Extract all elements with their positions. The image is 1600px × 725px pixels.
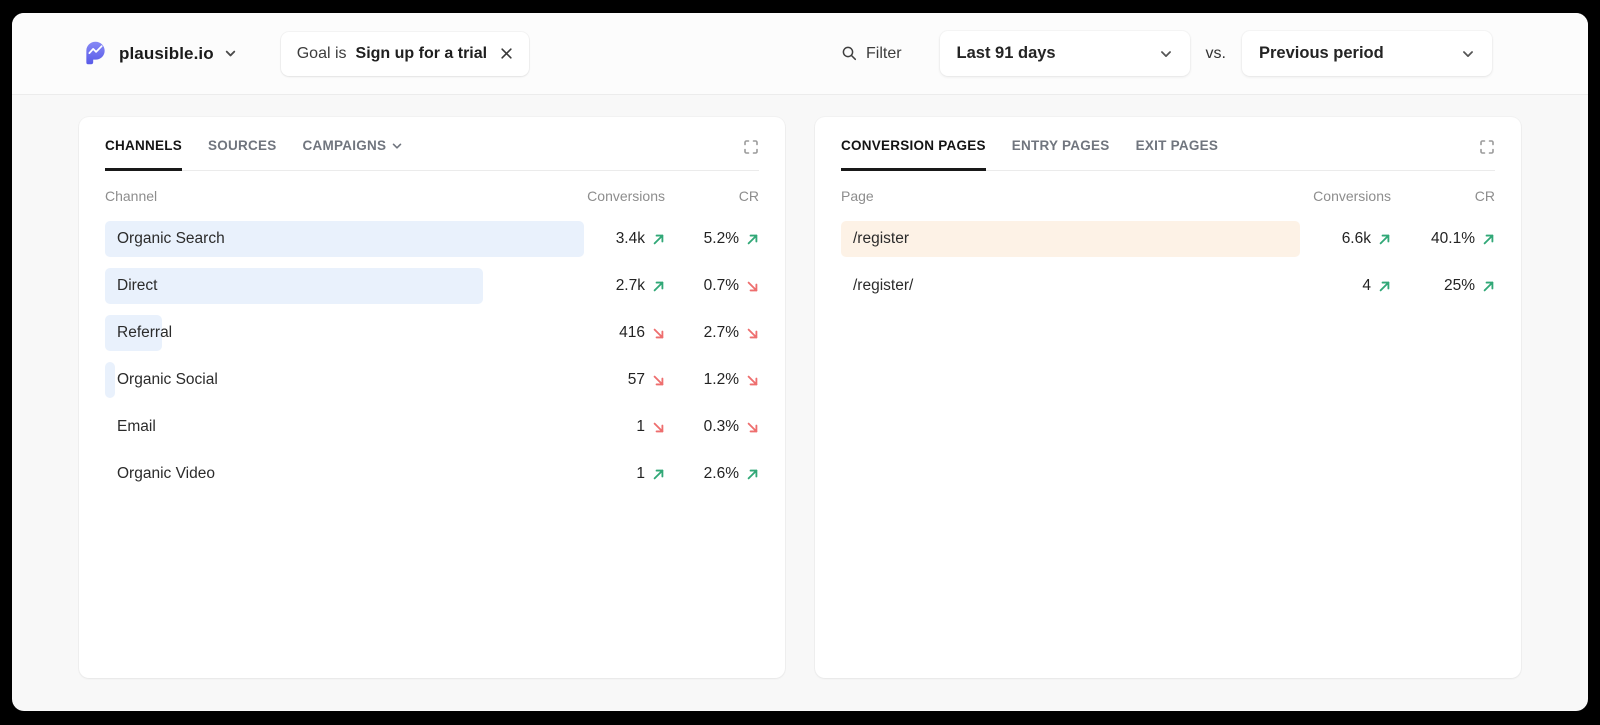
cr-value: 0.3% xyxy=(704,418,739,436)
cr-value: 5.2% xyxy=(704,230,739,248)
tab-sources[interactable]: SOURCES xyxy=(208,138,277,171)
plausible-logo-icon xyxy=(82,40,109,67)
tab-campaigns[interactable]: CAMPAIGNS xyxy=(303,138,404,171)
trend-arrow-icon xyxy=(652,421,665,434)
expand-icon[interactable] xyxy=(743,138,759,160)
expand-icon[interactable] xyxy=(1479,138,1495,160)
tab-exit-pages[interactable]: EXIT PAGES xyxy=(1136,138,1219,171)
trend-arrow-icon xyxy=(652,233,665,246)
goal-filter-chip[interactable]: Goal is Sign up for a trial xyxy=(281,32,529,76)
column-cr: CR xyxy=(1391,188,1495,204)
trend-arrow-icon xyxy=(746,327,759,340)
trend-arrow-icon xyxy=(652,374,665,387)
table-row[interactable]: Organic Social 57 1.2% xyxy=(105,362,759,398)
trend-arrow-icon xyxy=(746,421,759,434)
row-label: Organic Video xyxy=(105,465,565,483)
trend-arrow-icon xyxy=(1482,233,1495,246)
search-icon xyxy=(841,45,858,62)
table-row[interactable]: Direct 2.7k 0.7% xyxy=(105,268,759,304)
site-switcher[interactable]: plausible.io xyxy=(82,40,237,67)
trend-arrow-icon xyxy=(652,468,665,481)
cr-value: 25% xyxy=(1444,277,1475,295)
chevron-down-icon xyxy=(1461,47,1475,61)
date-range-value: Last 91 days xyxy=(957,44,1056,63)
channels-card: CHANNELS SOURCES CAMPAIGNS Channel Conve… xyxy=(79,117,785,678)
channels-column-headers: Channel Conversions CR xyxy=(105,188,759,204)
table-row[interactable]: Referral 416 2.7% xyxy=(105,315,759,351)
conversions-value: 416 xyxy=(619,324,645,342)
cr-value: 2.6% xyxy=(704,465,739,483)
trend-arrow-icon xyxy=(746,468,759,481)
pages-tabs: CONVERSION PAGES ENTRY PAGES EXIT PAGES xyxy=(841,138,1495,171)
tab-channels[interactable]: CHANNELS xyxy=(105,138,182,171)
table-row[interactable]: Email 1 0.3% xyxy=(105,409,759,445)
trend-arrow-icon xyxy=(1378,280,1391,293)
trend-arrow-icon xyxy=(652,280,665,293)
cr-value: 40.1% xyxy=(1431,230,1475,248)
chevron-down-icon xyxy=(224,47,237,60)
filter-label: Filter xyxy=(866,45,902,63)
column-cr: CR xyxy=(665,188,759,204)
channels-rows: Organic Search 3.4k 5.2% Direct 2.7k 0.7… xyxy=(105,210,759,492)
app-window: plausible.io Goal is Sign up for a trial… xyxy=(12,13,1588,711)
dashboard-content: CHANNELS SOURCES CAMPAIGNS Channel Conve… xyxy=(12,95,1588,700)
conversions-value: 3.4k xyxy=(616,230,645,248)
row-label: Organic Search xyxy=(105,230,565,248)
cr-value: 2.7% xyxy=(704,324,739,342)
conversions-value: 6.6k xyxy=(1342,230,1371,248)
cr-value: 0.7% xyxy=(704,277,739,295)
close-icon[interactable] xyxy=(500,47,513,60)
site-name: plausible.io xyxy=(119,44,214,64)
trend-arrow-icon xyxy=(1378,233,1391,246)
tab-entry-pages[interactable]: ENTRY PAGES xyxy=(1012,138,1110,171)
goal-filter-prefix: Goal is xyxy=(297,45,347,63)
channels-tabs: CHANNELS SOURCES CAMPAIGNS xyxy=(105,138,759,171)
chevron-down-icon xyxy=(391,140,403,152)
row-label: Email xyxy=(105,418,565,436)
topbar-right-controls: Filter Last 91 days vs. Previous period xyxy=(841,31,1492,76)
trend-arrow-icon xyxy=(746,280,759,293)
pages-card: CONVERSION PAGES ENTRY PAGES EXIT PAGES … xyxy=(815,117,1521,678)
conversions-value: 1 xyxy=(636,418,645,436)
topbar: plausible.io Goal is Sign up for a trial… xyxy=(12,13,1588,95)
pages-rows: /register 6.6k 40.1% /register/ 4 25% xyxy=(841,210,1495,304)
row-label: Referral xyxy=(105,324,565,342)
conversions-value: 57 xyxy=(628,371,645,389)
trend-arrow-icon xyxy=(652,327,665,340)
pages-column-headers: Page Conversions CR xyxy=(841,188,1495,204)
tab-campaigns-label: CAMPAIGNS xyxy=(303,138,387,153)
comparison-dropdown[interactable]: Previous period xyxy=(1242,31,1492,76)
column-page: Page xyxy=(841,188,1279,204)
vs-label: vs. xyxy=(1206,45,1226,63)
table-row[interactable]: /register/ 4 25% xyxy=(841,268,1495,304)
goal-filter-value: Sign up for a trial xyxy=(356,45,488,63)
column-conversions: Conversions xyxy=(565,188,665,204)
table-row[interactable]: /register 6.6k 40.1% xyxy=(841,221,1495,257)
row-label: /register xyxy=(841,230,1279,248)
conversions-value: 1 xyxy=(636,465,645,483)
table-row[interactable]: Organic Search 3.4k 5.2% xyxy=(105,221,759,257)
row-label: Organic Social xyxy=(105,371,565,389)
date-range-dropdown[interactable]: Last 91 days xyxy=(940,31,1190,76)
chevron-down-icon xyxy=(1159,47,1173,61)
column-channel: Channel xyxy=(105,188,565,204)
filter-button[interactable]: Filter xyxy=(841,45,902,63)
row-label: /register/ xyxy=(841,277,1279,295)
cr-value: 1.2% xyxy=(704,371,739,389)
comparison-value: Previous period xyxy=(1259,44,1384,63)
trend-arrow-icon xyxy=(746,233,759,246)
trend-arrow-icon xyxy=(746,374,759,387)
conversions-value: 4 xyxy=(1362,277,1371,295)
row-label: Direct xyxy=(105,277,565,295)
trend-arrow-icon xyxy=(1482,280,1495,293)
table-row[interactable]: Organic Video 1 2.6% xyxy=(105,456,759,492)
column-conversions: Conversions xyxy=(1279,188,1391,204)
tab-conversion-pages[interactable]: CONVERSION PAGES xyxy=(841,138,986,171)
conversions-value: 2.7k xyxy=(616,277,645,295)
